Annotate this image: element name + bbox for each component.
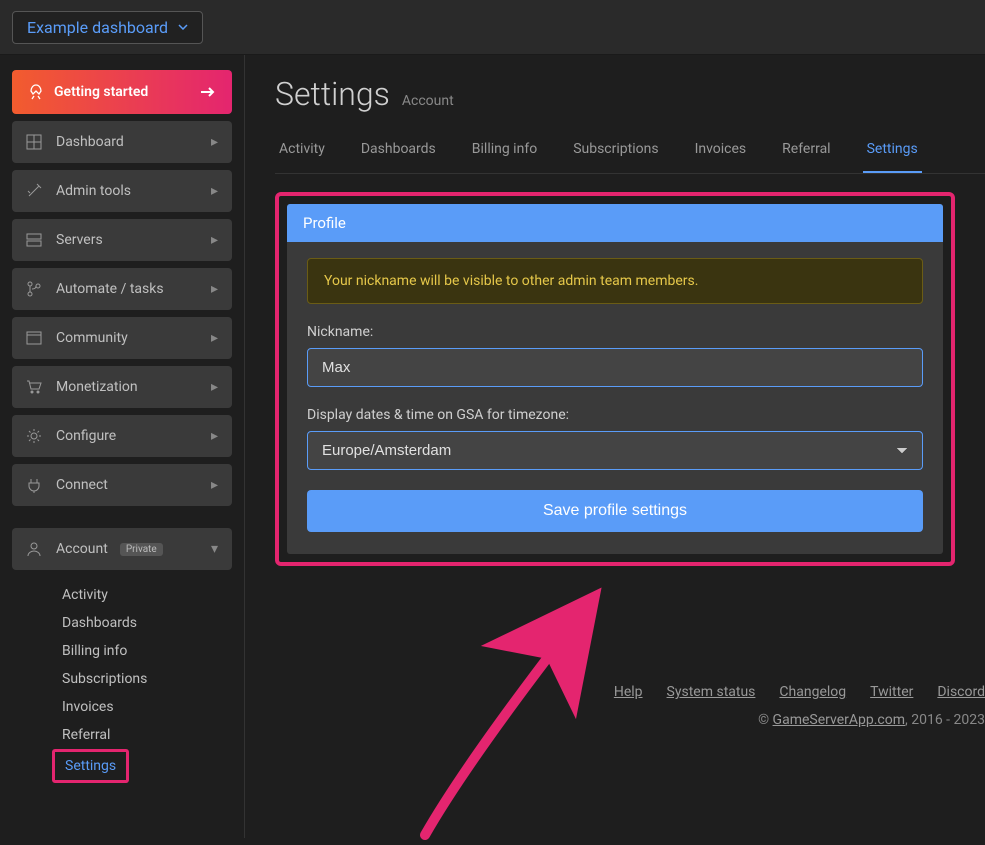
grid-icon — [26, 134, 44, 150]
page-title-text: Settings — [275, 75, 390, 113]
sidebar-item-label: Monetization — [56, 379, 138, 395]
chevron-right-icon: ▸ — [211, 428, 218, 444]
server-icon — [26, 232, 44, 248]
sidebar: Getting started Dashboard ▸ Admin tools … — [0, 55, 245, 838]
chevron-down-icon — [178, 24, 188, 30]
private-badge: Private — [120, 543, 163, 556]
copyright: © GameServerApp.com, 2016 - 2023 — [614, 712, 985, 728]
arrow-right-icon — [200, 86, 216, 98]
sidebar-item-admin-tools[interactable]: Admin tools ▸ — [12, 170, 232, 212]
subnav-settings[interactable]: Settings — [52, 749, 129, 783]
gear-icon — [26, 428, 44, 444]
sidebar-item-label: Automate / tasks — [56, 281, 164, 297]
nickname-alert: Your nickname will be visible to other a… — [307, 258, 923, 304]
main-content: Settings Account Activity Dashboards Bil… — [245, 55, 985, 838]
sidebar-item-configure[interactable]: Configure ▸ — [12, 415, 232, 457]
sidebar-item-label: Account — [56, 541, 108, 557]
chevron-right-icon: ▸ — [211, 183, 218, 199]
tab-subscriptions[interactable]: Subscriptions — [569, 131, 662, 173]
profile-panel: Profile Your nickname will be visible to… — [287, 204, 943, 554]
sidebar-item-label: Dashboard — [56, 134, 124, 150]
panel-header: Profile — [287, 204, 943, 242]
footer-link-gsa[interactable]: GameServerApp.com — [773, 712, 905, 728]
subnav-billing-info[interactable]: Billing info — [52, 637, 232, 665]
sidebar-item-connect[interactable]: Connect ▸ — [12, 464, 232, 506]
chevron-right-icon: ▸ — [211, 477, 218, 493]
tab-activity[interactable]: Activity — [275, 131, 329, 173]
chevron-down-icon: ▾ — [211, 541, 218, 557]
getting-started-button[interactable]: Getting started — [12, 70, 232, 114]
page-title: Settings Account — [275, 75, 985, 113]
chevron-right-icon: ▸ — [211, 281, 218, 297]
tab-settings[interactable]: Settings — [863, 131, 922, 173]
chevron-right-icon: ▸ — [211, 330, 218, 346]
dashboard-name: Example dashboard — [27, 18, 168, 37]
account-subnav: Activity Dashboards Billing info Subscri… — [12, 577, 232, 783]
footer-link-changelog[interactable]: Changelog — [779, 684, 846, 700]
sidebar-item-community[interactable]: Community ▸ — [12, 317, 232, 359]
sidebar-item-automate[interactable]: Automate / tasks ▸ — [12, 268, 232, 310]
chevron-right-icon: ▸ — [211, 379, 218, 395]
chevron-right-icon: ▸ — [211, 134, 218, 150]
wand-icon — [26, 183, 44, 199]
profile-panel-highlight: Profile Your nickname will be visible to… — [275, 192, 955, 566]
plug-icon — [26, 477, 44, 493]
sidebar-item-label: Admin tools — [56, 183, 131, 199]
footer: Help System status Changelog Twitter Dis… — [614, 684, 985, 728]
sidebar-item-dashboard[interactable]: Dashboard ▸ — [12, 121, 232, 163]
tab-dashboards[interactable]: Dashboards — [357, 131, 440, 173]
branch-icon — [26, 281, 44, 297]
window-icon — [26, 330, 44, 346]
user-icon — [26, 541, 44, 557]
footer-link-twitter[interactable]: Twitter — [870, 684, 913, 700]
tab-referral[interactable]: Referral — [778, 131, 834, 173]
subnav-activity[interactable]: Activity — [52, 581, 232, 609]
timezone-select[interactable]: Europe/Amsterdam — [307, 431, 923, 470]
tab-invoices[interactable]: Invoices — [691, 131, 751, 173]
subnav-subscriptions[interactable]: Subscriptions — [52, 665, 232, 693]
page-subtitle: Account — [402, 93, 454, 109]
timezone-label: Display dates & time on GSA for timezone… — [307, 407, 923, 423]
cart-icon — [26, 379, 44, 395]
sidebar-item-monetization[interactable]: Monetization ▸ — [12, 366, 232, 408]
footer-link-system-status[interactable]: System status — [667, 684, 756, 700]
subnav-referral[interactable]: Referral — [52, 721, 232, 749]
footer-link-discord[interactable]: Discord — [937, 684, 985, 700]
nickname-label: Nickname: — [307, 324, 923, 340]
subnav-invoices[interactable]: Invoices — [52, 693, 232, 721]
sidebar-item-label: Servers — [56, 232, 103, 248]
chevron-right-icon: ▸ — [211, 232, 218, 248]
getting-started-label: Getting started — [54, 84, 148, 100]
save-profile-button[interactable]: Save profile settings — [307, 490, 923, 532]
sidebar-item-account[interactable]: Account Private ▾ — [12, 528, 232, 570]
tab-billing-info[interactable]: Billing info — [468, 131, 541, 173]
nickname-input[interactable] — [307, 348, 923, 387]
dashboard-selector[interactable]: Example dashboard — [12, 11, 203, 44]
rocket-icon — [28, 84, 44, 100]
sidebar-item-servers[interactable]: Servers ▸ — [12, 219, 232, 261]
annotation-arrow-icon — [405, 585, 625, 845]
sidebar-item-label: Community — [56, 330, 128, 346]
footer-link-help[interactable]: Help — [614, 684, 643, 700]
sidebar-item-label: Configure — [56, 428, 116, 444]
tab-bar: Activity Dashboards Billing info Subscri… — [275, 131, 985, 174]
sidebar-item-label: Connect — [56, 477, 108, 493]
topbar: Example dashboard — [0, 0, 985, 55]
subnav-dashboards[interactable]: Dashboards — [52, 609, 232, 637]
